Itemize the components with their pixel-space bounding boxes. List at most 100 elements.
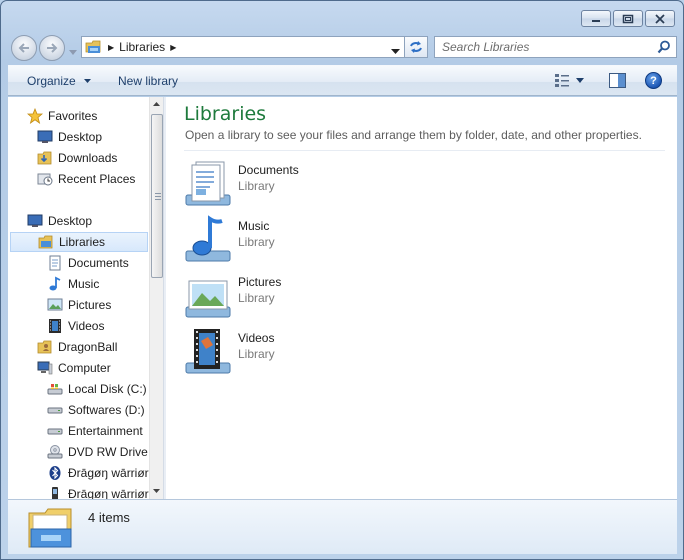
nav-item-phone-device[interactable]: Đrāgøŋ wārriør: [46, 484, 149, 499]
address-row: ▶ Libraries ▶: [9, 34, 677, 61]
preview-pane-button[interactable]: [609, 73, 626, 91]
library-item-documents[interactable]: Documents Library: [182, 157, 482, 207]
breadcrumb-separator-icon[interactable]: ▶: [170, 43, 176, 52]
nav-item-label: Favorites: [48, 109, 98, 123]
chevron-down-icon: [391, 49, 400, 54]
new-library-button[interactable]: New library: [118, 74, 178, 88]
library-name: Music: [238, 219, 270, 233]
nav-item-label: Desktop: [48, 214, 93, 228]
chevron-down-icon: [84, 79, 92, 83]
breadcrumb-separator-icon[interactable]: ▶: [108, 43, 114, 52]
header-divider: [184, 150, 665, 151]
desktop-icon: [36, 129, 54, 145]
star-icon: [26, 108, 44, 124]
nav-item-desktop[interactable]: Desktop: [36, 127, 102, 147]
scroll-up-icon[interactable]: [153, 102, 160, 106]
computer-icon: [36, 360, 54, 376]
libraries-icon: [85, 40, 101, 53]
address-history-dropdown[interactable]: [391, 43, 400, 57]
nav-item-label: Local Disk (C:): [68, 382, 147, 396]
music-library-icon: [185, 215, 231, 262]
minimize-icon: [592, 19, 600, 22]
navigation-pane[interactable]: Favorites Desktop Downloads Recent Place…: [8, 97, 163, 499]
content-pane[interactable]: Libraries Open a library to see your fil…: [166, 97, 677, 499]
library-name: Videos: [238, 331, 275, 345]
close-icon: [655, 13, 665, 24]
nav-item-computer[interactable]: Computer: [36, 358, 111, 378]
refresh-icon: [410, 41, 422, 53]
nav-item-favorites[interactable]: Favorites: [26, 106, 97, 126]
nav-item-videos[interactable]: Videos: [46, 316, 104, 336]
help-button[interactable]: ?: [645, 72, 662, 89]
nav-item-label: Computer: [58, 361, 111, 375]
breadcrumb-libraries[interactable]: Libraries: [119, 40, 165, 54]
user-folder-icon: [36, 339, 54, 355]
preview-pane-icon: [609, 73, 626, 88]
libraries-folder-icon: [28, 508, 72, 548]
back-arrow-icon: [18, 43, 29, 53]
item-count: 4 items: [88, 510, 130, 525]
search-input[interactable]: [435, 37, 645, 57]
forward-arrow-icon: [47, 43, 58, 53]
chevron-down-icon: [69, 50, 77, 55]
nav-item-bluetooth-device[interactable]: Đrāgøŋ wārriør: [46, 463, 149, 483]
page-description: Open a library to see your files and arr…: [185, 128, 642, 142]
organize-menu-button[interactable]: Organize: [27, 74, 92, 88]
maximize-button[interactable]: [613, 10, 643, 27]
refresh-button[interactable]: [404, 36, 428, 58]
library-item-music[interactable]: Music Library: [182, 213, 482, 263]
nav-item-label: Videos: [68, 319, 105, 333]
desktop-icon: [26, 213, 44, 229]
nav-item-local-disk-c[interactable]: Local Disk (C:): [46, 379, 147, 399]
nav-item-desktop-root[interactable]: Desktop: [26, 211, 92, 231]
bluetooth-icon: [46, 465, 64, 481]
address-bar[interactable]: ▶ Libraries ▶: [81, 36, 405, 58]
nav-item-softwares-d[interactable]: Softwares (D:): [46, 400, 145, 420]
pictures-icon: [46, 297, 64, 313]
scroll-down-icon[interactable]: [153, 489, 160, 493]
caption-buttons: [581, 10, 675, 27]
nav-item-music[interactable]: Music: [46, 274, 99, 294]
nav-item-libraries[interactable]: Libraries: [10, 232, 148, 252]
change-view-button[interactable]: [554, 73, 584, 87]
back-button[interactable]: [11, 35, 37, 61]
documents-library-icon: [185, 161, 231, 206]
details-pane: 4 items: [8, 499, 677, 554]
library-item-videos[interactable]: Videos Library: [182, 325, 482, 375]
library-item-pictures[interactable]: Pictures Library: [182, 269, 482, 319]
nav-item-label: Pictures: [68, 298, 112, 312]
library-type: Library: [238, 291, 275, 305]
videos-library-icon: [185, 329, 231, 374]
nav-item-recent-places[interactable]: Recent Places: [36, 169, 135, 189]
scrollbar-thumb[interactable]: [151, 114, 163, 278]
nav-item-pictures[interactable]: Pictures: [46, 295, 111, 315]
page-title: Libraries: [184, 103, 267, 125]
organize-label: Organize: [27, 74, 76, 88]
view-list-icon: [555, 74, 569, 87]
nav-item-entertainment[interactable]: Entertainment: [46, 421, 143, 441]
documents-icon: [46, 255, 64, 271]
system-drive-icon: [46, 381, 64, 397]
more-views-chevron-icon[interactable]: [576, 77, 584, 83]
pictures-library-icon: [185, 280, 231, 318]
nav-item-label: Desktop: [58, 130, 103, 144]
nav-item-label: Music: [68, 277, 100, 291]
nav-item-downloads[interactable]: Downloads: [36, 148, 117, 168]
explorer-window: ▶ Libraries ▶ Organize New library: [0, 0, 684, 560]
close-button[interactable]: [645, 10, 675, 27]
forward-button[interactable]: [39, 35, 65, 61]
library-type: Library: [238, 235, 275, 249]
recent-pages-dropdown[interactable]: [69, 44, 77, 58]
search-box[interactable]: [434, 36, 677, 58]
nav-scrollbar[interactable]: [149, 97, 163, 499]
library-name: Pictures: [238, 275, 282, 289]
search-icon[interactable]: [657, 40, 671, 54]
nav-item-dragonball[interactable]: DragonBall: [36, 337, 117, 357]
minimize-button[interactable]: [581, 10, 611, 27]
nav-item-dvd-rw-drive[interactable]: DVD RW Drive: [46, 442, 148, 462]
nav-item-label: Downloads: [58, 151, 118, 165]
nav-item-label: Libraries: [59, 235, 106, 249]
nav-item-documents[interactable]: Documents: [46, 253, 129, 273]
library-type: Library: [238, 347, 275, 361]
nav-item-label: DragonBall: [58, 340, 118, 354]
